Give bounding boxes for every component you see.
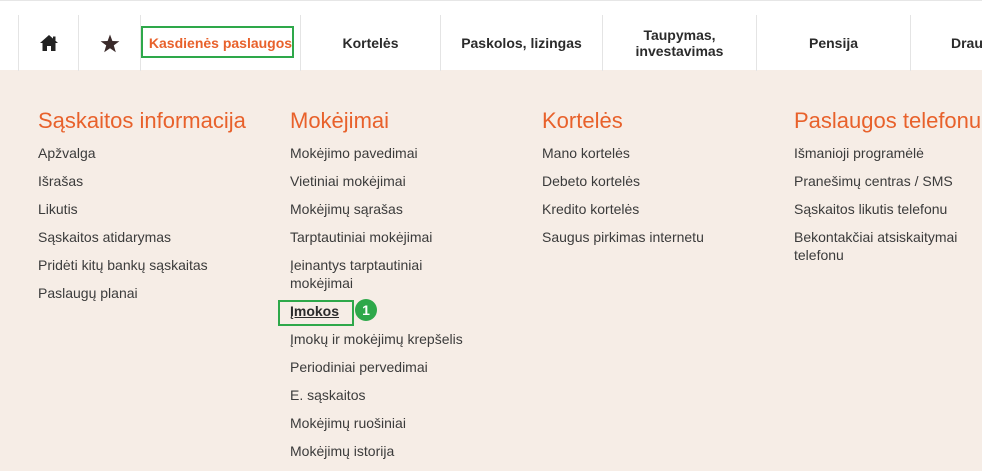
column-title: Sąskaitos informacija [38,108,246,133]
menu-link[interactable]: Apžvalga [38,144,246,162]
menu-link[interactable]: Mano kortelės [542,144,704,162]
nav-label: Drau [951,35,982,51]
nav-label: Taupymas, investavimas [635,27,724,59]
highlight-box-nav [141,26,294,58]
menu-link[interactable]: Pranešimų centras / SMS [794,172,982,190]
highlight-box-imokos [278,300,354,326]
nav-label: Kortelės [342,35,399,51]
menu-column-mokejimai: Mokėjimai Mokėjimo pavedimai Vietiniai m… [290,108,490,470]
menu-column-paslaugos-telefonu: Paslaugos telefonu Išmanioji programėlė … [794,108,982,274]
menu-link[interactable]: Saugus pirkimas internetu [542,228,704,246]
menu-link[interactable]: Kredito kortelės [542,200,704,218]
menu-link[interactable]: Mokėjimų istorija [290,442,490,460]
menu-link[interactable]: E. sąskaitos [290,386,490,404]
menu-link[interactable]: Tarptautiniai mokėjimai [290,228,490,246]
menu-link[interactable]: Mokėjimo pavedimai [290,144,490,162]
top-navigation: Kasdienės paslaugos Kortelės Paskolos, l… [0,0,982,71]
menu-column-korteles: Kortelės Mano kortelės Debeto kortelės K… [542,108,704,256]
menu-link[interactable]: Išrašas [38,172,246,190]
nav-label: Pensija [808,35,859,51]
menu-link[interactable]: Įmokų ir mokėjimų krepšelis [290,330,490,348]
menu-link[interactable]: Sąskaitos likutis telefonu [794,200,982,218]
star-icon [100,34,119,52]
menu-link[interactable]: Likutis [38,200,246,218]
column-title: Mokėjimai [290,108,390,133]
menu-link[interactable]: Mokėjimų sąrašas [290,200,490,218]
menu-link[interactable]: Įeinantys tarptautiniai mokėjimai [290,256,460,292]
menu-link[interactable]: Sąskaitos atidarymas [38,228,246,246]
nav-korteles[interactable]: Kortelės [300,15,440,71]
menu-link[interactable]: Mokėjimų ruošiniai [290,414,490,432]
dropdown-mega-menu: Sąskaitos informacija Apžvalga Išrašas L… [0,70,982,471]
column-title: Paslaugos telefonu [794,108,982,133]
nav-home[interactable] [18,15,78,71]
menu-link[interactable]: Išmanioji programėlė [794,144,982,162]
menu-column-saskaitos-informacija: Sąskaitos informacija Apžvalga Išrašas L… [38,108,246,312]
menu-link[interactable]: Bekontakčiai atsiskaitymai telefonu [794,228,974,264]
menu-link[interactable]: Periodiniai pervedimai [290,358,490,376]
menu-link[interactable]: Pridėti kitų bankų sąskaitas [38,256,246,274]
menu-link[interactable]: Vietiniai mokėjimai [290,172,490,190]
nav-favorites[interactable] [78,15,140,71]
nav-pensija[interactable]: Pensija [756,15,910,71]
nav-label: Paskolos, lizingas [461,35,582,51]
nav-draudimas[interactable]: Drau [910,15,982,71]
column-title: Kortelės [542,108,623,133]
home-icon [39,35,58,51]
nav-taupymas-investavimas[interactable]: Taupymas, investavimas [602,15,756,71]
nav-paskolos-lizingas[interactable]: Paskolos, lizingas [440,15,602,71]
menu-link[interactable]: Debeto kortelės [542,172,704,190]
menu-link[interactable]: Paslaugų planai [38,284,246,302]
step-badge: 1 [355,299,377,321]
